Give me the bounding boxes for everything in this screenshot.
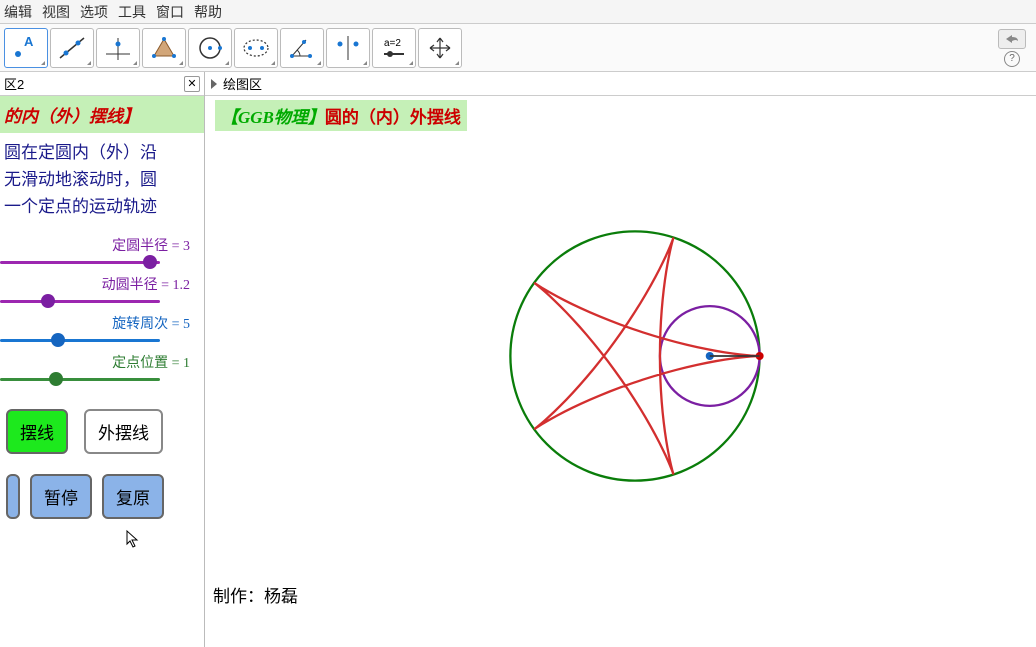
- sliders-group: 定圆半径 = 3 动圆半径 = 1.2 旋转周次 = 5 定点位置 = 1: [0, 227, 204, 399]
- desc-line-2: 无滑动地滚动时，圆: [4, 166, 200, 193]
- tool-perpendicular[interactable]: [96, 28, 140, 68]
- svg-text:A: A: [24, 34, 34, 49]
- tool-reflect[interactable]: [326, 28, 370, 68]
- slider-label: 动圆半径 = 1.2: [0, 274, 198, 294]
- toolbar-right: ?: [998, 29, 1032, 67]
- right-panel: 绘图区 【GGB物理】圆的（内）外摆线 制作：杨磊: [205, 72, 1036, 647]
- epicycloid-button[interactable]: 外摆线: [84, 409, 163, 454]
- tool-ellipse[interactable]: [234, 28, 278, 68]
- slider-fixed-radius[interactable]: 定圆半径 = 3: [0, 235, 198, 264]
- desc-line-1: 圆在定圆内（外）沿: [4, 139, 200, 166]
- canvas-area[interactable]: 【GGB物理】圆的（内）外摆线 制作：杨磊: [205, 96, 1036, 647]
- menu-edit[interactable]: 编辑: [4, 2, 32, 22]
- main-area: 区2 ✕ 的内（外）摆线】 圆在定圆内（外）沿 无滑动地滚动时，圆 一个定点的运…: [0, 72, 1036, 647]
- menu-options[interactable]: 选项: [80, 2, 108, 22]
- slider-label: 定圆半径 = 3: [0, 235, 198, 255]
- slider-moving-radius[interactable]: 动圆半径 = 1.2: [0, 274, 198, 303]
- geometry-figure: [485, 206, 785, 506]
- menu-help[interactable]: 帮助: [194, 2, 222, 22]
- right-panel-header: 绘图区: [205, 72, 1036, 96]
- desc-line-3: 一个定点的运动轨迹: [4, 193, 200, 220]
- toolbar: A a=2 ?: [0, 24, 1036, 72]
- formula-title: 的内（外）摆线】: [0, 96, 204, 133]
- help-button[interactable]: ?: [1004, 51, 1020, 67]
- graphics-view-label: 绘图区: [223, 74, 262, 93]
- collapse-icon[interactable]: [211, 79, 217, 89]
- description: 圆在定圆内（外）沿 无滑动地滚动时，圆 一个定点的运动轨迹: [0, 133, 204, 227]
- menu-view[interactable]: 视图: [42, 2, 70, 22]
- tool-angle[interactable]: [280, 28, 324, 68]
- slider-rotations[interactable]: 旋转周次 = 5: [0, 313, 198, 342]
- close-panel-icon[interactable]: ✕: [184, 76, 200, 92]
- tool-move[interactable]: [418, 28, 462, 68]
- left-panel: 区2 ✕ 的内（外）摆线】 圆在定圆内（外）沿 无滑动地滚动时，圆 一个定点的运…: [0, 72, 205, 647]
- menubar: 编辑 视图 选项 工具 窗口 帮助: [0, 0, 1036, 24]
- undo-button[interactable]: [998, 29, 1026, 49]
- canvas-title: 【GGB物理】圆的（内）外摆线: [215, 100, 467, 131]
- tool-polygon[interactable]: [142, 28, 186, 68]
- title-main: 圆的（内）外摆线: [325, 108, 461, 127]
- panel-title: 区2: [4, 74, 24, 93]
- pause-button[interactable]: 暂停: [30, 474, 92, 519]
- menu-tools[interactable]: 工具: [118, 2, 146, 22]
- curve-buttons: 摆线 外摆线: [0, 399, 204, 464]
- left-panel-header: 区2 ✕: [0, 72, 204, 96]
- title-prefix: 【GGB物理】: [221, 108, 325, 127]
- hypocycloid-button[interactable]: 摆线: [6, 409, 68, 454]
- tool-circle[interactable]: [188, 28, 232, 68]
- slider-label: 旋转周次 = 5: [0, 313, 198, 333]
- control-buttons: 暂停 复原: [0, 464, 204, 529]
- tool-point[interactable]: A: [4, 28, 48, 68]
- svg-text:a=2: a=2: [384, 38, 401, 49]
- menu-window[interactable]: 窗口: [156, 2, 184, 22]
- tool-slider[interactable]: a=2: [372, 28, 416, 68]
- author-label: 制作：杨磊: [213, 582, 298, 607]
- tool-line[interactable]: [50, 28, 94, 68]
- reset-button[interactable]: 复原: [102, 474, 164, 519]
- slider-point-pos[interactable]: 定点位置 = 1: [0, 352, 198, 381]
- slider-label: 定点位置 = 1: [0, 352, 198, 372]
